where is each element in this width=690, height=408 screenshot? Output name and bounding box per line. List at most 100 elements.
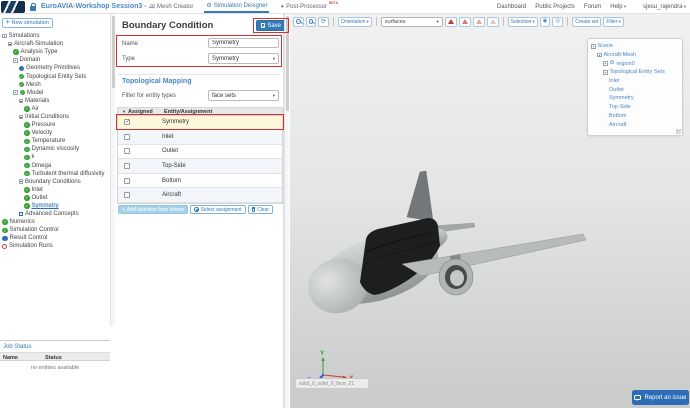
tree-item-simulation-runs[interactable]: Simulation Runs	[0, 242, 110, 250]
tree-item-model[interactable]: Model	[0, 89, 110, 97]
scene-item-scene[interactable]: Scene	[588, 42, 682, 51]
expand-icon	[18, 114, 23, 120]
entity-row-bottom[interactable]: Bottom	[118, 173, 282, 189]
tree-item-turbulent-thermal-diffusivity[interactable]: Turbulent thermal diffusivity	[0, 170, 110, 178]
tree-item-label: Result Control	[9, 235, 48, 242]
tree-item-dynamic-viscosity[interactable]: Dynamic viscosity	[0, 145, 110, 153]
scene-item-aircraft[interactable]: Aircraft	[588, 120, 682, 129]
assigned-checkbox[interactable]	[124, 148, 130, 155]
project-title: EuroAVIA-Workshop Session3 - ...	[41, 3, 155, 10]
fit-view-button[interactable]: ⟳	[318, 16, 330, 27]
face-display-button-2[interactable]	[458, 16, 471, 27]
nav-tab-mesh-creator[interactable]: ⊞ Mesh Creator	[148, 0, 195, 13]
tree-item-topological-entity-sets[interactable]: Topological Entity Sets	[0, 72, 110, 80]
panel-scrollbar[interactable]	[284, 14, 289, 408]
entity-row-outlet[interactable]: Outlet	[118, 144, 282, 160]
assigned-checkbox[interactable]	[124, 163, 130, 170]
surfaces-select[interactable]: surfaces ▾	[380, 16, 443, 27]
tree-item-k[interactable]: k	[0, 153, 110, 161]
scene-item-inlet[interactable]: Inlet	[588, 77, 682, 86]
orientation-dropdown[interactable]: Orientation	[338, 16, 372, 27]
tree-item-geometry-primitives[interactable]: Geometry Primitives	[0, 64, 110, 72]
assigned-checkbox[interactable]	[124, 177, 130, 184]
scene-item-outlet[interactable]: Outlet	[588, 85, 682, 94]
scene-item-bottom[interactable]: Bottom	[588, 112, 682, 121]
create-set-button[interactable]: Create set	[572, 16, 602, 27]
tree-item-materials[interactable]: Materials	[0, 97, 110, 105]
scene-item-region0[interactable]: ⚙ region0	[588, 59, 682, 68]
simulation-tree: SimulationsAircraft-SimulationAnalysis T…	[0, 32, 110, 251]
face-display-button-3[interactable]	[472, 16, 485, 27]
tree-item-temperature[interactable]: Temperature	[0, 137, 110, 145]
tree-item-domain[interactable]: Domain	[0, 56, 110, 64]
tree-item-simulation-control[interactable]: Simulation Control	[0, 226, 110, 234]
selection-dropdown[interactable]: Selection	[507, 16, 538, 27]
assigned-checkbox[interactable]	[124, 133, 130, 140]
report-issue-button[interactable]: Report an issue	[632, 390, 689, 405]
entity-row-inlet[interactable]: Inlet	[118, 130, 282, 145]
3d-viewport[interactable]: + − ⟳ Orientation surfaces ▾ Selection ◉…	[290, 14, 690, 408]
entity-row-top-side[interactable]: Top-Side	[118, 159, 282, 174]
job-status-title[interactable]: Job Status	[0, 341, 110, 352]
tree-item-label: Air	[31, 105, 39, 112]
new-simulation-button[interactable]: + New simulation	[2, 18, 53, 28]
tree-item-initial-conditions[interactable]: Initial Conditions	[0, 113, 110, 121]
clear-button[interactable]: Clear	[247, 205, 273, 214]
tree-item-boundary-conditions[interactable]: Boundary Conditions	[0, 178, 110, 186]
tree-item-velocity[interactable]: Velocity	[0, 129, 110, 137]
select-assignment-button[interactable]: Select assignment	[190, 205, 246, 214]
tab-label: Simulation Designer	[213, 2, 268, 9]
tree-item-pressure[interactable]: Pressure	[0, 121, 110, 129]
scene-item-aircraft-mesh[interactable]: Aircraft-Mesh	[588, 51, 682, 60]
expand-icon	[18, 179, 23, 184]
scene-item-topological-entity-sets[interactable]: Topological Entity Sets	[588, 68, 682, 77]
entity-row-aircraft[interactable]: Aircraft	[118, 188, 282, 204]
zoom-in-button[interactable]: +	[293, 16, 304, 27]
tree-item-analysis-type[interactable]: Analysis Type	[0, 48, 110, 56]
type-select[interactable]: Symmetry ▾	[208, 53, 279, 64]
entity-table-header[interactable]: ▼ Assigned Entity/Assignment	[118, 108, 282, 116]
tree-item-symmetry[interactable]: Symmetry	[0, 202, 110, 210]
user-menu[interactable]: sjesu_rajendra	[643, 4, 686, 10]
tree-item-simulations[interactable]: Simulations	[0, 32, 110, 40]
tree-item-inlet[interactable]: Inlet	[0, 186, 110, 194]
tree-item-mesh[interactable]: Mesh	[0, 81, 110, 89]
add-selection-button[interactable]: + Add selection from viewer	[118, 205, 189, 214]
tree-item-omega[interactable]: Omega	[0, 162, 110, 170]
surfaces-value: surfaces	[384, 18, 406, 25]
show-selection-button[interactable]: ◉	[539, 16, 551, 27]
resize-handle[interactable]	[676, 129, 681, 134]
entity-label: Outlet	[162, 148, 179, 155]
tree-item-numerics[interactable]: Numerics	[0, 218, 110, 226]
save-button[interactable]: Save	[256, 20, 286, 31]
nav-link-help[interactable]: Help	[610, 4, 626, 10]
check-icon	[24, 203, 30, 209]
nav-link-dashboard[interactable]: Dashboard	[497, 4, 526, 10]
entity-row-symmetry[interactable]: Symmetry	[118, 115, 282, 131]
name-input[interactable]	[208, 38, 279, 48]
nav-tab-simulation-designer[interactable]: ⚙ Simulation Designer	[204, 0, 270, 13]
lock-icon	[30, 3, 36, 11]
filter-dropdown[interactable]: Filter	[603, 16, 624, 27]
scene-item-top-side[interactable]: Top-Side	[588, 103, 682, 112]
nav-link-public-projects[interactable]: Public Projects	[535, 4, 575, 10]
nav-tab-post-processor[interactable]: ● Post-Processor BETA	[278, 0, 338, 13]
tree-item-advanced-concepts[interactable]: Advanced Concepts	[0, 210, 110, 218]
face-display-button-1[interactable]	[444, 16, 457, 27]
face-display-button-4[interactable]	[486, 16, 499, 27]
tree-item-aircraft-simulation[interactable]: Aircraft-Simulation	[0, 40, 110, 48]
hide-selection-button[interactable]: ◎	[552, 16, 564, 27]
tree-item-air[interactable]: Air	[0, 105, 110, 113]
assigned-checkbox[interactable]	[124, 192, 130, 199]
scene-item-symmetry[interactable]: Symmetry	[588, 94, 682, 103]
scrollbar-thumb[interactable]	[285, 16, 289, 111]
nav-link-forum[interactable]: Forum	[584, 4, 601, 10]
zoom-out-button[interactable]: −	[305, 16, 316, 27]
tree-item-outlet[interactable]: Outlet	[0, 194, 110, 202]
tree-item-result-control[interactable]: Result Control	[0, 234, 110, 242]
expand-icon	[18, 98, 23, 104]
entity-filter-select[interactable]: face sets ▾	[208, 90, 279, 101]
col-assigned: Assigned	[128, 108, 153, 115]
report-issue-label: Report an issue	[644, 394, 687, 401]
assigned-checkbox[interactable]	[124, 119, 130, 126]
